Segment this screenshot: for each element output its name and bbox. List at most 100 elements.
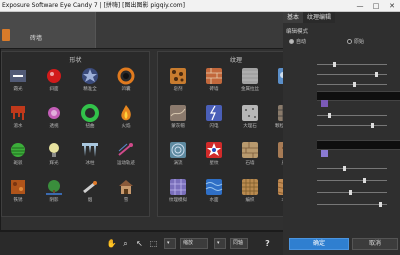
- shape-item[interactable]: 斜面: [43, 67, 65, 92]
- shape-item[interactable]: 运动轨迹: [115, 141, 137, 166]
- texture-item[interactable]: 涡流: [167, 141, 189, 166]
- slider-9-thumb[interactable]: [379, 202, 382, 207]
- close-button[interactable]: ✕: [384, 0, 400, 12]
- drip-icon: [11, 106, 25, 120]
- water-texture-icon: [205, 179, 223, 195]
- shape-item[interactable]: 雪: [115, 178, 137, 203]
- hand-tool-icon[interactable]: ✋: [106, 238, 117, 249]
- zoom-select[interactable]: 缩放: [180, 238, 208, 249]
- preset-thumbnail[interactable]: [2, 29, 10, 41]
- slider-8-thumb[interactable]: [349, 190, 352, 195]
- shape-item[interactable]: 扭曲: [79, 104, 101, 129]
- texture-item[interactable]: 星纹: [203, 141, 225, 166]
- radio-original-label: 原始: [354, 39, 365, 45]
- swirl-texture-icon: [170, 142, 186, 158]
- texture-item-label: 大理石: [243, 124, 257, 129]
- slider-5-thumb[interactable]: [371, 123, 374, 128]
- slider-6-thumb[interactable]: [343, 166, 346, 171]
- slider-8[interactable]: [317, 192, 387, 193]
- slider-1[interactable]: [317, 64, 387, 65]
- shape-item-label: 斜面: [49, 87, 59, 92]
- weave-texture-icon: [242, 179, 258, 195]
- texture-item[interactable]: 蒙灰帽: [167, 104, 189, 129]
- selection-tool-icon[interactable]: ⬚: [148, 238, 159, 249]
- slider-5[interactable]: [317, 125, 387, 126]
- shape-item[interactable]: 铁锈: [7, 178, 29, 203]
- shape-item[interactable]: 烟: [79, 178, 101, 203]
- color-swatch-2[interactable]: [321, 150, 328, 157]
- texture-item-label: 编织: [245, 198, 255, 203]
- slider-7[interactable]: [317, 180, 387, 181]
- texture-item-label: 纹理模拟: [169, 198, 187, 203]
- tab-texture-editor[interactable]: 纹理编辑: [303, 12, 336, 23]
- shape-item-label: 辉光: [49, 161, 59, 166]
- star-icon: [82, 68, 98, 84]
- slider-6[interactable]: [317, 168, 387, 169]
- radio-auto[interactable]: 自动: [289, 38, 306, 45]
- pointer-tool-icon[interactable]: ↖: [134, 238, 145, 249]
- texture-item-label: 石墙: [245, 161, 255, 166]
- view-select[interactable]: 同轴: [230, 238, 248, 249]
- shape-item[interactable]: 辉光: [43, 141, 65, 166]
- radio-original[interactable]: 原始: [347, 38, 364, 45]
- help-icon[interactable]: ?: [262, 238, 273, 249]
- background-select[interactable]: ▾: [214, 238, 226, 249]
- texture-item[interactable]: 皂剂: [167, 67, 189, 92]
- slider-3-thumb[interactable]: [353, 82, 356, 87]
- shape-item-label: 阴影: [49, 198, 59, 203]
- shape-item-label: 烟: [87, 198, 93, 203]
- ok-button[interactable]: 确定: [289, 238, 349, 250]
- texture-item-label: 蒙灰帽: [171, 124, 185, 129]
- preset-strip[interactable]: [0, 12, 96, 48]
- minimize-button[interactable]: —: [352, 0, 368, 12]
- zoom-tool-icon[interactable]: ⌕: [120, 238, 131, 249]
- shape-item-label: 火焰: [121, 124, 131, 129]
- preview-mode-select[interactable]: ▾: [164, 238, 176, 249]
- slider-7-thumb[interactable]: [363, 178, 366, 183]
- texture-item-label: 水面: [209, 198, 219, 203]
- texture-item[interactable]: 石墙: [239, 141, 261, 166]
- texture-item[interactable]: 金属拉丝: [239, 67, 261, 92]
- slider-9[interactable]: [317, 204, 387, 205]
- shape-item-label: 扭曲: [85, 124, 95, 129]
- texture-item[interactable]: 大理石: [239, 104, 261, 129]
- shape-item[interactable]: 凹囊: [115, 67, 137, 92]
- granite-texture-icon: [242, 105, 258, 121]
- shape-item[interactable]: 透视: [43, 104, 65, 129]
- texture-item[interactable]: 编织: [239, 178, 261, 203]
- rust-icon: [11, 180, 25, 194]
- shape-item-label: 斑驳: [13, 161, 23, 166]
- smoke-icon: [83, 181, 97, 194]
- texture-item[interactable]: 砖墙: [203, 67, 225, 92]
- slider-3[interactable]: [317, 84, 387, 85]
- radio-original-dot: [347, 39, 352, 44]
- shape-item[interactable]: 溶水: [7, 104, 29, 129]
- slider-4-thumb[interactable]: [328, 113, 331, 118]
- shapes-panel-title: 形状: [69, 57, 82, 64]
- texture-item[interactable]: 闪电: [203, 104, 225, 129]
- shape-item[interactable]: 阴影: [43, 178, 65, 203]
- shape-item[interactable]: 斑驳: [7, 141, 29, 166]
- shape-item[interactable]: 霜光: [7, 67, 29, 92]
- slider-1-thumb[interactable]: [333, 62, 336, 67]
- shape-item-label: 凹囊: [121, 87, 131, 92]
- bottom-toolbar: ✋ ⌕ ↖ ⬚ ▾ 缩放 ▾ 同轴 ?: [0, 231, 318, 255]
- tab-basic[interactable]: 基本: [283, 12, 304, 23]
- texture-item-label: 皂剂: [173, 87, 183, 92]
- color-swatch-1[interactable]: [321, 100, 328, 107]
- metal-texture-icon: [242, 68, 258, 84]
- donut-icon: [81, 104, 99, 122]
- texture-item[interactable]: 水面: [203, 178, 225, 203]
- icicle-icon: [82, 143, 98, 157]
- maximize-button[interactable]: □: [368, 0, 384, 12]
- cancel-button[interactable]: 取消: [352, 238, 398, 250]
- shape-item[interactable]: 冰柱: [79, 141, 101, 166]
- shape-item[interactable]: 精准全: [79, 67, 101, 92]
- trail-icon: [118, 143, 133, 156]
- tree-icon: [46, 180, 62, 195]
- fire-icon: [121, 105, 131, 121]
- glow-icon: [10, 70, 26, 82]
- shape-item[interactable]: 火焰: [115, 104, 137, 129]
- texture-item[interactable]: 纹理模拟: [167, 178, 189, 203]
- slider-2-thumb[interactable]: [375, 72, 378, 77]
